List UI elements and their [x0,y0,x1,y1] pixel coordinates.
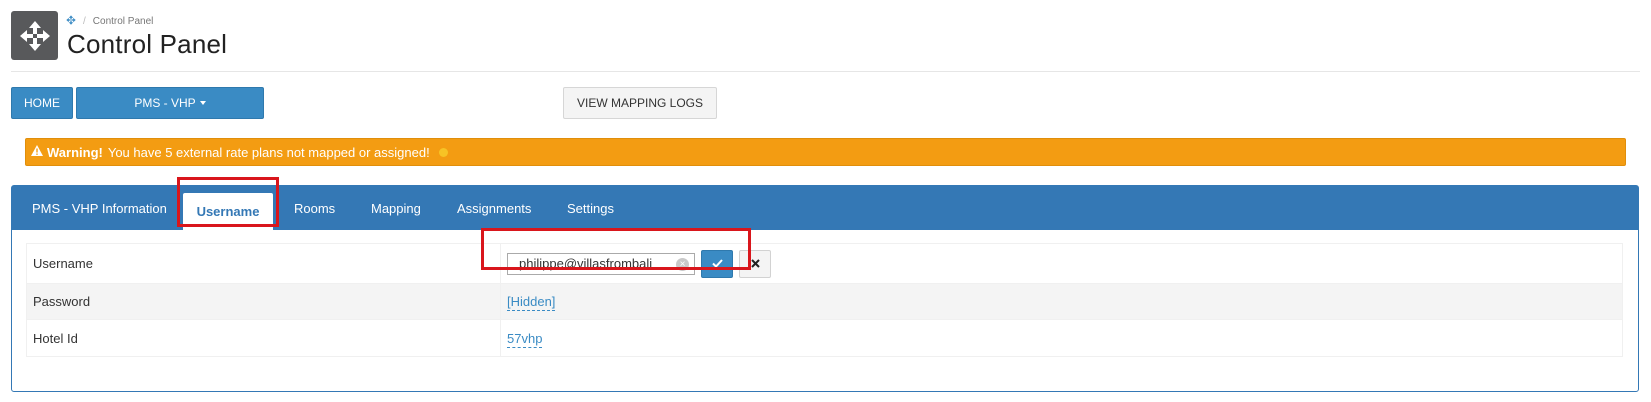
clear-input-icon[interactable]: × [676,257,689,271]
tab-label: PMS - VHP Information [32,200,167,216]
warning-triangle-icon [31,145,43,159]
tab-rooms[interactable]: Rooms [294,186,335,230]
password-label: Password [26,283,501,320]
tab-username[interactable]: Username [183,193,273,230]
breadcrumb-current: Control Panel [92,16,154,27]
warning-message: You have 5 external rate plans not mappe… [107,144,430,160]
checkmark-icon [711,259,723,268]
username-inline-editor: × [507,249,1616,278]
password-editable-link[interactable]: [Hidden] [507,294,556,311]
tab-bar: PMS - VHP Information Username Rooms Map… [12,186,1638,230]
page-title: Control Panel [67,29,228,59]
tab-settings[interactable]: Settings [567,186,614,230]
tab-panel: PMS - VHP Information Username Rooms Map… [11,177,1639,392]
home-button-label: HOME [24,96,60,110]
caret-down-icon [199,101,206,105]
cancel-username-button[interactable] [739,249,771,278]
table-row: Hotel Id 57vhp [26,319,1623,357]
tab-assignments[interactable]: Assignments [457,186,531,230]
tab-pms-information[interactable]: PMS - VHP Information [32,186,167,230]
view-mapping-logs-label: VIEW MAPPING LOGS [576,96,704,110]
tab-label: Settings [567,200,614,216]
pms-dropdown-label: PMS - VHP [134,96,196,110]
username-value-cell: × [500,243,1623,284]
home-button[interactable]: HOME [11,87,73,119]
tab-label: Mapping [371,200,421,216]
tab-label: Assignments [457,200,532,216]
warning-alert: Warning! You have 5 external rate plans … [25,138,1626,166]
table-row: Username × [26,243,1623,284]
password-value-cell: [Hidden] [500,283,1623,320]
hotel-id-value-cell: 57vhp [500,319,1623,357]
username-label: Username [26,243,501,284]
hotel-id-editable-link[interactable]: 57vhp [507,330,543,348]
warning-title: Warning! [47,144,103,160]
hotel-id-label: Hotel Id [26,319,501,357]
tab-mapping[interactable]: Mapping [371,186,421,230]
breadcrumb: / Control Panel [66,15,153,28]
username-input[interactable] [508,253,668,274]
view-mapping-logs-button[interactable]: VIEW MAPPING LOGS [563,87,717,119]
app-logo-move-icon [11,11,58,60]
close-icon [750,259,760,268]
header-divider [11,71,1640,72]
tab-label: Rooms [294,200,336,216]
info-table: Username × [26,243,1623,357]
breadcrumb-separator: / [83,16,86,27]
breadcrumb-home-move-icon[interactable] [66,15,76,28]
warning-status-dot-icon [438,147,448,157]
pms-dropdown-button[interactable]: PMS - VHP [76,87,264,119]
username-input-box: × [507,252,695,275]
save-username-button[interactable] [701,249,733,278]
tab-label: Username [196,204,260,219]
table-row: Password [Hidden] [26,283,1623,320]
